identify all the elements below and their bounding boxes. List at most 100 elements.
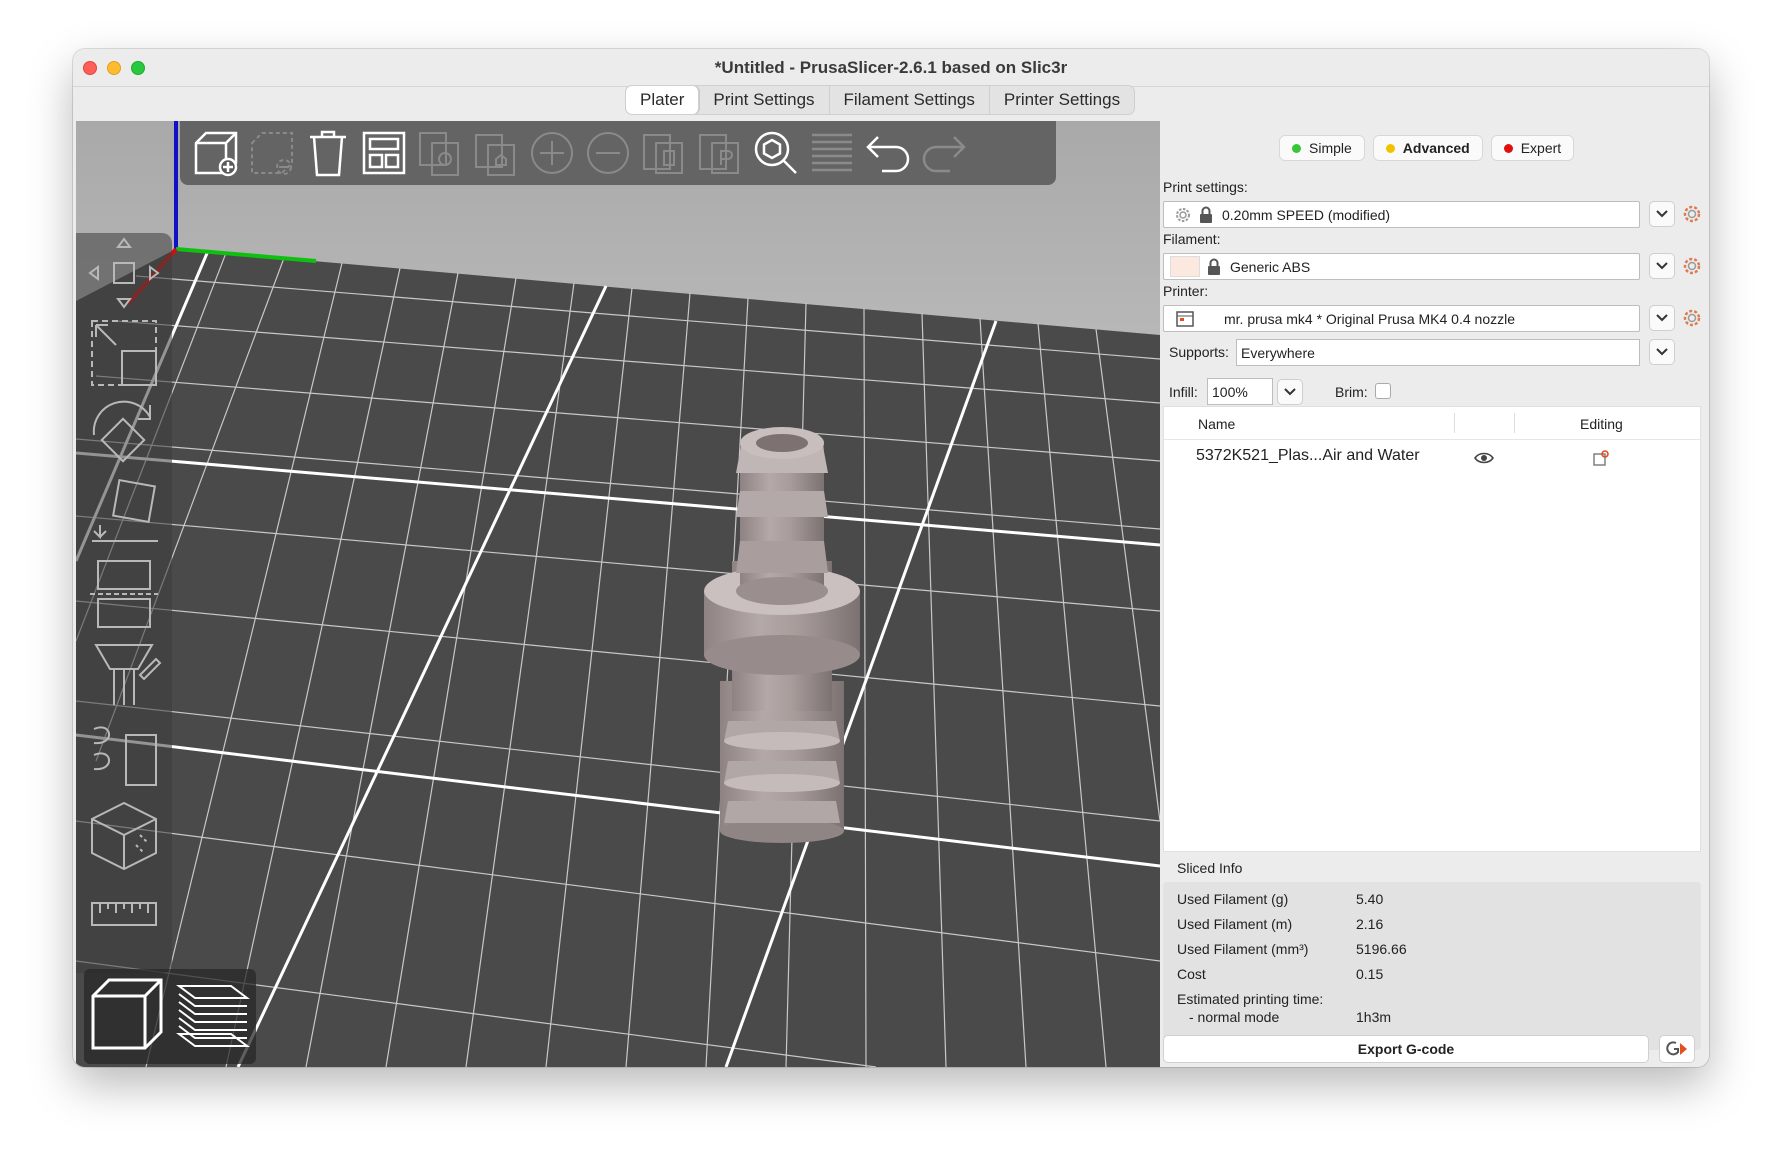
expert-dot-icon [1503, 143, 1513, 153]
split-objects-icon[interactable] [636, 124, 692, 182]
split-parts-icon[interactable] [692, 124, 748, 182]
app-window: *Untitled - PrusaSlicer-2.6.1 based on S… [73, 49, 1709, 1067]
object-list: Name Editing 5372K521_Plas...Air and Wat… [1163, 406, 1701, 852]
sliced-value-length: 2.16 [1356, 916, 1384, 932]
lock-icon [1208, 258, 1220, 275]
mode-advanced-label: Advanced [1402, 140, 1470, 156]
infill-label: Infill: [1169, 384, 1198, 400]
add-object-icon[interactable] [188, 124, 244, 182]
infill-dropdown-button[interactable] [1277, 379, 1303, 405]
3d-viewport[interactable] [76, 121, 1160, 1067]
copy-icon[interactable] [412, 124, 468, 182]
title-bar: *Untitled - PrusaSlicer-2.6.1 based on S… [73, 49, 1709, 87]
column-editing[interactable]: Editing [1580, 416, 1623, 432]
main-tabs: Plater Print Settings Filament Settings … [625, 85, 1136, 115]
chevron-down-icon [1656, 348, 1668, 356]
sliced-value-normal-mode: 1h3m [1356, 1009, 1392, 1025]
scale-icon[interactable] [76, 313, 172, 393]
measure-icon[interactable] [76, 873, 172, 953]
export-gcode-button[interactable]: Export G-code [1163, 1035, 1649, 1063]
print-settings-combo[interactable]: 0.20mm SPEED (modified) [1163, 201, 1640, 228]
move-icon[interactable] [76, 233, 172, 313]
view-mode-toggle [84, 969, 256, 1064]
rotate-icon[interactable] [76, 393, 172, 473]
arrange-icon[interactable] [356, 124, 412, 182]
delete-icon[interactable] [244, 124, 300, 182]
printer-label: Printer: [1163, 283, 1209, 299]
mode-expert-button[interactable]: Expert [1490, 135, 1575, 161]
chevron-down-icon [1656, 210, 1668, 218]
print-settings-value: 0.20mm SPEED (modified) [1222, 206, 1391, 223]
mode-selector: Simple Advanced Expert [1279, 135, 1575, 161]
print-settings-label: Print settings: [1163, 179, 1248, 195]
mode-simple-button[interactable]: Simple [1279, 135, 1365, 161]
cut-icon[interactable] [76, 553, 172, 633]
sliced-label-volume: Used Filament (mm³) [1177, 941, 1309, 957]
mode-expert-label: Expert [1520, 140, 1562, 156]
paint-supports-icon[interactable] [76, 633, 172, 713]
gizmo-toolbar [76, 233, 172, 973]
search-icon[interactable] [748, 124, 804, 182]
lock-icon [1200, 206, 1212, 223]
supports-value: Everywhere [1241, 344, 1315, 361]
supports-combo[interactable]: Everywhere [1236, 339, 1640, 366]
sliced-info-title: Sliced Info [1177, 860, 1243, 876]
filament-value: Generic ABS [1230, 258, 1311, 275]
top-toolbar [180, 121, 1056, 185]
sliced-label-time: Estimated printing time: [1177, 991, 1324, 1007]
tab-filament-settings[interactable]: Filament Settings [830, 86, 990, 114]
sliced-label-normal-mode: - normal mode [1189, 1009, 1280, 1025]
3d-view-icon[interactable] [89, 976, 165, 1057]
layers-editing-icon[interactable] [804, 124, 860, 182]
print-bed [76, 249, 1160, 1067]
add-instance-icon[interactable] [524, 124, 580, 182]
supports-dropdown-button[interactable] [1649, 339, 1675, 365]
sliced-value-volume: 5196.66 [1356, 941, 1407, 957]
tab-printer-settings[interactable]: Printer Settings [990, 86, 1134, 114]
edit-object-icon[interactable] [1592, 449, 1610, 467]
filament-color-swatch[interactable] [1170, 256, 1200, 277]
sliced-label-weight: Used Filament (g) [1177, 891, 1289, 907]
advanced-dot-icon [1385, 143, 1395, 153]
supports-label: Supports: [1169, 344, 1229, 360]
object-list-row[interactable]: 5372K521_Plas...Air and Water [1164, 443, 1700, 473]
chevron-down-icon [1656, 314, 1668, 322]
filament-combo[interactable]: Generic ABS [1163, 253, 1640, 280]
3d-box-icon[interactable] [76, 793, 172, 873]
export-row: Export G-code [1163, 1035, 1701, 1063]
simple-dot-icon [1292, 143, 1301, 153]
redo-icon[interactable] [916, 124, 972, 182]
send-gcode-icon[interactable] [1659, 1035, 1695, 1063]
column-name[interactable]: Name [1198, 416, 1235, 432]
sliced-value-weight: 5.40 [1356, 891, 1384, 907]
preview-icon[interactable] [175, 976, 251, 1057]
tab-print-settings[interactable]: Print Settings [699, 86, 830, 114]
printer-gear-icon[interactable] [1681, 307, 1703, 329]
filament-gear-icon[interactable] [1681, 255, 1703, 277]
remove-instance-icon[interactable] [580, 124, 636, 182]
printer-combo[interactable]: mr. prusa mk4 * Original Prusa MK4 0.4 n… [1163, 305, 1640, 332]
sliced-label-cost: Cost [1177, 966, 1206, 982]
delete-all-icon[interactable] [300, 124, 356, 182]
sliced-label-length: Used Filament (m) [1177, 916, 1293, 932]
system-preset-icon [1176, 207, 1190, 222]
window-title: *Untitled - PrusaSlicer-2.6.1 based on S… [714, 58, 1068, 77]
brim-checkbox[interactable] [1375, 383, 1391, 399]
mode-advanced-button[interactable]: Advanced [1372, 135, 1483, 161]
sliced-info: Sliced Info Used Filament (g) 5.40 Used … [1163, 856, 1701, 1051]
sliced-value-cost: 0.15 [1356, 966, 1384, 982]
print-settings-gear-icon[interactable] [1681, 203, 1703, 225]
tab-plater[interactable]: Plater [626, 86, 700, 114]
filament-label: Filament: [1163, 231, 1221, 247]
object-name[interactable]: 5372K521_Plas...Air and Water [1196, 447, 1420, 465]
print-settings-dropdown-button[interactable] [1649, 201, 1675, 227]
infill-combo[interactable]: 100% [1207, 378, 1273, 405]
printer-dropdown-button[interactable] [1649, 305, 1675, 331]
sliced-info-table: Used Filament (g) 5.40 Used Filament (m)… [1163, 882, 1701, 1050]
paste-icon[interactable] [468, 124, 524, 182]
place-on-face-icon[interactable] [76, 473, 172, 553]
undo-icon[interactable] [860, 124, 916, 182]
filament-dropdown-button[interactable] [1649, 253, 1675, 279]
eye-icon[interactable] [1474, 451, 1494, 465]
seam-painting-icon[interactable] [76, 713, 172, 793]
